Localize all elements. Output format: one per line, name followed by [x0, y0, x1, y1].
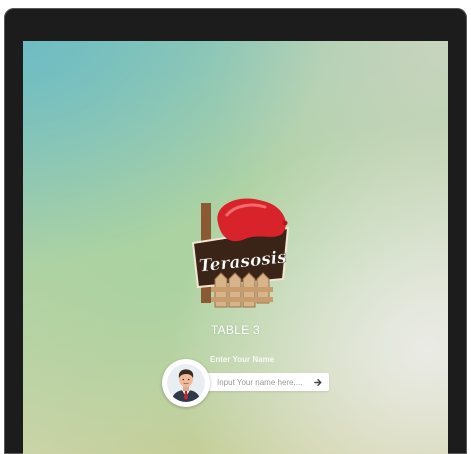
app-screen: Terasosis TABLE 3 Enter Your Name: [23, 41, 448, 454]
arrow-right-icon: [313, 378, 321, 386]
device-frame: Terasosis TABLE 3 Enter Your Name: [4, 8, 467, 454]
name-input-container: [205, 373, 329, 391]
submit-button[interactable]: [311, 375, 325, 389]
terasosis-logo: Terasosis: [191, 198, 290, 308]
table-label: TABLE 3: [210, 323, 261, 337]
user-avatar-icon: [167, 364, 205, 402]
name-input[interactable]: [217, 373, 305, 391]
name-field-label: Enter Your Name: [210, 355, 275, 364]
avatar: [162, 359, 210, 407]
